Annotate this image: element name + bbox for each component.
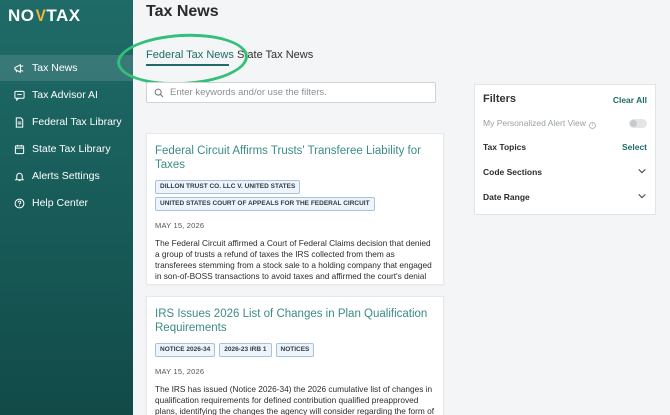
search-icon	[154, 88, 170, 98]
help-icon	[13, 197, 25, 209]
article-tags: UNITED STATES COURT OF APPEALS FOR THE F…	[155, 197, 435, 211]
alert-view-toggle[interactable]	[629, 118, 647, 128]
header-fade	[520, 0, 670, 20]
chevron-down-icon[interactable]	[637, 163, 647, 181]
article-tag[interactable]: 2026-23 IRB 1	[219, 343, 272, 357]
sidebar-item-federal-tax-library[interactable]: Federal Tax Library	[0, 109, 133, 135]
article-tags: NOTICE 2026-34 2026-23 IRB 1 NOTICES	[155, 343, 435, 357]
tax-topics-row: Tax Topics Select	[483, 140, 647, 154]
sidebar-item-label: Alerts Settings	[32, 170, 100, 182]
sidebar-item-state-tax-library[interactable]: State Tax Library	[0, 136, 133, 162]
code-sections-row[interactable]: Code Sections	[483, 165, 647, 179]
logo-text-pre: NO	[8, 6, 35, 25]
search-input[interactable]	[170, 87, 430, 98]
article-card[interactable]: IRS Issues 2026 List of Changes in Plan …	[146, 296, 444, 415]
article-title[interactable]: Federal Circuit Affirms Trusts' Transfer…	[155, 144, 435, 172]
date-range-label: Date Range	[483, 192, 530, 202]
chevron-down-icon[interactable]	[637, 188, 647, 206]
article-date: MAY 15, 2026	[155, 367, 205, 376]
date-range-row[interactable]: Date Range	[483, 190, 647, 204]
sidebar-item-label: Federal Tax Library	[32, 116, 122, 128]
filters-title: Filters	[483, 93, 517, 105]
bell-icon	[13, 170, 25, 182]
article-tag[interactable]: NOTICES	[275, 343, 315, 357]
sidebar: NOVTAX Tax News Tax Advisor AI Federal T…	[0, 0, 133, 415]
article-tag[interactable]: NOTICE 2026-34	[155, 343, 216, 357]
chat-icon	[13, 89, 25, 101]
document-icon	[13, 116, 25, 128]
tax-topics-label: Tax Topics	[483, 142, 527, 152]
sidebar-item-label: Help Center	[32, 197, 89, 209]
article-tag[interactable]: DILLON TRUST CO. LLC V. UNITED STATES	[155, 180, 301, 194]
logo-mark: V	[35, 6, 46, 25]
article-tag[interactable]: UNITED STATES COURT OF APPEALS FOR THE F…	[155, 197, 375, 211]
article-summary: The Federal Circuit affirmed a Court of …	[155, 238, 432, 284]
alert-view-label: My Personalized Alert View	[483, 117, 586, 128]
sidebar-item-tax-advisor-ai[interactable]: Tax Advisor AI	[0, 82, 133, 108]
filters-panel: Filters Clear All My Personalized Alert …	[474, 84, 656, 215]
brand-logo[interactable]: NOVTAX	[8, 6, 81, 26]
article-title[interactable]: IRS Issues 2026 List of Changes in Plan …	[155, 307, 435, 335]
sidebar-item-alerts-settings[interactable]: Alerts Settings	[0, 163, 133, 189]
sidebar-item-label: Tax Advisor AI	[32, 89, 98, 101]
calendar-icon	[13, 143, 25, 155]
article-tags: DILLON TRUST CO. LLC V. UNITED STATES	[155, 180, 435, 194]
article-summary: The IRS has issued (Notice 2026-34) the …	[155, 384, 435, 415]
info-icon[interactable]: i	[588, 121, 596, 129]
sidebar-item-tax-news[interactable]: Tax News	[0, 55, 133, 81]
sidebar-item-label: State Tax Library	[32, 143, 111, 155]
alert-view-row: My Personalized Alert View i	[483, 116, 647, 130]
logo-text-post: TAX	[46, 6, 81, 25]
page-title: Tax News	[146, 3, 219, 20]
tab-state-tax-news[interactable]: State Tax News	[237, 49, 313, 61]
megaphone-icon	[13, 62, 25, 74]
article-card[interactable]: Federal Circuit Affirms Trusts' Transfer…	[146, 133, 444, 285]
sidebar-item-help-center[interactable]: Help Center	[0, 190, 133, 216]
clear-all-button[interactable]: Clear All	[613, 95, 647, 105]
highlight-annotation	[115, 30, 250, 89]
code-sections-label: Code Sections	[483, 167, 543, 177]
search-box[interactable]	[146, 82, 436, 103]
article-date: MAY 15, 2026	[155, 221, 205, 230]
tax-topics-select-button[interactable]: Select	[622, 142, 647, 152]
sidebar-item-label: Tax News	[32, 62, 78, 74]
